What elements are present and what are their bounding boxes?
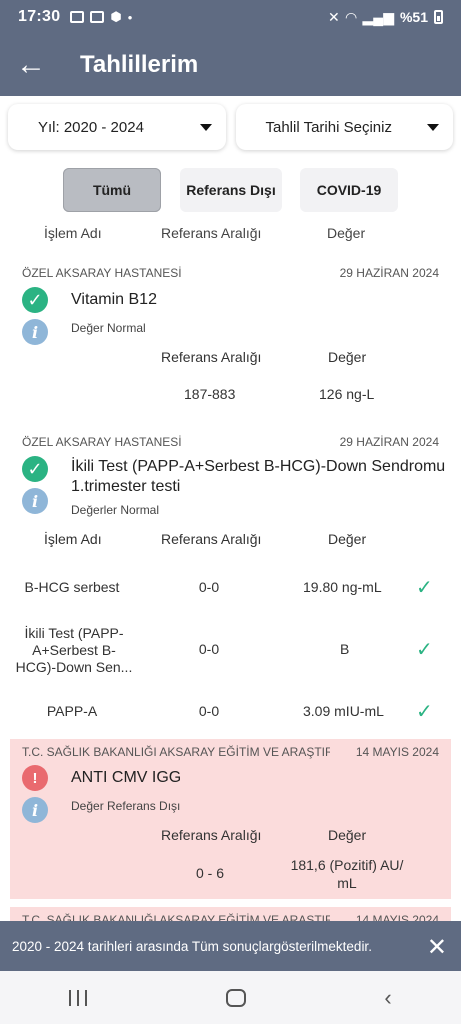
date-select[interactable]: Tahlil Tarihi Seçiniz <box>235 104 453 150</box>
dot-icon: • <box>127 9 133 25</box>
notification-icons: ⬢ • <box>70 9 132 25</box>
checkmark-icon: ✓ <box>416 577 433 599</box>
sub-test-name: İkili Test (PAPP-A+Serbest B-HCG)-Down S… <box>15 625 133 675</box>
column-header-value: Değer <box>328 531 367 547</box>
check-circle-icon: ✓ <box>22 456 48 482</box>
status-time: 17:30 <box>18 8 61 25</box>
close-icon[interactable]: ✕ <box>427 933 447 962</box>
signal-icon: ▂▄▆ <box>362 8 394 25</box>
result-status: Değer Normal <box>71 321 146 335</box>
status-bar: 17:30 ⬢ • ✕ ◠ ▂▄▆ %51 <box>0 0 461 34</box>
warning-icon: ! <box>22 765 48 791</box>
result-date: 29 HAZİRAN 2024 <box>339 266 439 280</box>
tab-covid[interactable]: COVID-19 <box>300 168 398 212</box>
package-icon: ⬢ <box>110 9 122 24</box>
app-bar: ← Tahlillerim <box>0 34 461 96</box>
result-date: 29 HAZİRAN 2024 <box>339 435 439 449</box>
date-select-label: Tahlil Tarihi Seçiniz <box>265 118 392 136</box>
recent-apps-icon[interactable] <box>69 989 88 1006</box>
snackbar-message: 2020 - 2024 tarihleri arasında Tüm sonuç… <box>12 938 372 954</box>
snackbar: 2020 - 2024 tarihleri arasında Tüm sonuç… <box>0 921 461 971</box>
column-header-name: İşlem Adı <box>44 531 102 547</box>
filter-row: Yıl: 2020 - 2024 Tahlil Tarihi Seçiniz <box>8 104 453 150</box>
caret-down-icon <box>427 123 439 131</box>
battery-icon <box>434 10 443 24</box>
range-value: 0 - 6 <box>195 865 224 881</box>
year-select-label: Yıl: 2020 - 2024 <box>38 118 144 136</box>
sub-test-name: PAPP-A <box>46 703 98 719</box>
sub-test-value: B <box>340 641 350 657</box>
value-label: Değer <box>328 349 367 365</box>
range-label: Referans Aralığı <box>161 827 262 843</box>
sub-test-value: 3.09 mIU-mL <box>303 703 384 719</box>
range-label: Referans Aralığı <box>161 349 262 365</box>
result-card[interactable]: ÖZEL AKSARAY HASTANESİ 29 HAZİRAN 2024 ✓… <box>10 262 451 422</box>
tab-bar: Tümü Referans Dışı COVID-19 <box>0 168 461 212</box>
gallery-icon <box>70 11 85 23</box>
hospital-name: T.C. SAĞLIK BAKANLIĞI AKSARAY EĞİTİM VE … <box>22 745 330 759</box>
column-header-value: Değer <box>327 225 366 241</box>
info-icon[interactable]: i <box>22 797 48 823</box>
page-title: Tahlillerim <box>80 51 199 78</box>
test-name: Vitamin B12 <box>71 291 157 308</box>
check-circle-icon: ✓ <box>22 287 48 313</box>
result-date: 14 MAYIS 2024 <box>355 745 439 759</box>
caret-down-icon <box>199 123 212 131</box>
result-status: Değer Referans Dışı <box>71 799 181 813</box>
result-date: 14 MAYIS 2024 <box>355 913 439 921</box>
info-icon[interactable]: i <box>22 488 48 514</box>
info-icon[interactable]: i <box>22 319 48 345</box>
year-select[interactable]: Yıl: 2020 - 2024 <box>8 104 226 150</box>
wifi-icon: ◠ <box>345 8 357 25</box>
sub-test-range: 0-0 <box>198 703 220 719</box>
result-card[interactable]: ÖZEL AKSARAY HASTANESİ 29 HAZİRAN 2024 ✓… <box>10 431 451 731</box>
sub-test-value: 19.80 ng-mL <box>303 579 382 595</box>
mute-icon: ✕ <box>328 8 340 25</box>
hospital-name: ÖZEL AKSARAY HASTANESİ <box>22 266 182 280</box>
battery-percent: %51 <box>399 9 428 25</box>
result-value: 181,6 (Pozitif) AU/ mL <box>290 857 404 891</box>
tab-all[interactable]: Tümü <box>63 168 161 212</box>
result-value: 126 ng-L <box>319 386 375 402</box>
sub-test-name: B-HCG serbest <box>24 579 120 595</box>
result-card[interactable]: T.C. SAĞLIK BAKANLIĞI AKSARAY EĞİTİM VE … <box>10 739 451 899</box>
hospital-name: ÖZEL AKSARAY HASTANESİ <box>22 435 182 449</box>
tab-out-of-range[interactable]: Referans Dışı <box>180 168 282 212</box>
sub-test-range: 0-0 <box>198 641 220 657</box>
result-card[interactable]: T.C. SAĞLIK BAKANLIĞI AKSARAY EĞİTİM VE … <box>10 907 451 921</box>
system-nav-bar: ‹ <box>0 971 461 1024</box>
checkmark-icon: ✓ <box>416 701 433 723</box>
test-name: İkili Test (PAPP-A+Serbest B-HCG)-Down S… <box>71 458 446 495</box>
test-name: ANTI CMV IGG <box>71 769 182 786</box>
column-header-range: Referans Aralığı <box>161 225 262 241</box>
column-header-range: Referans Aralığı <box>161 531 262 547</box>
range-value: 187-883 <box>184 386 236 402</box>
home-icon[interactable] <box>225 988 246 1007</box>
value-label: Değer <box>328 827 367 843</box>
back-arrow-icon[interactable]: ← <box>0 34 62 96</box>
back-nav-icon[interactable]: ‹ <box>384 985 391 1011</box>
column-header-name: İşlem Adı <box>44 225 102 241</box>
system-icons: ✕ ◠ ▂▄▆ %51 <box>328 9 443 26</box>
result-status: Değerler Normal <box>71 503 160 517</box>
youtube-icon <box>90 11 105 23</box>
checkmark-icon: ✓ <box>416 639 433 661</box>
sub-test-range: 0-0 <box>198 579 220 595</box>
hospital-name: T.C. SAĞLIK BAKANLIĞI AKSARAY EĞİTİM VE … <box>22 913 330 921</box>
